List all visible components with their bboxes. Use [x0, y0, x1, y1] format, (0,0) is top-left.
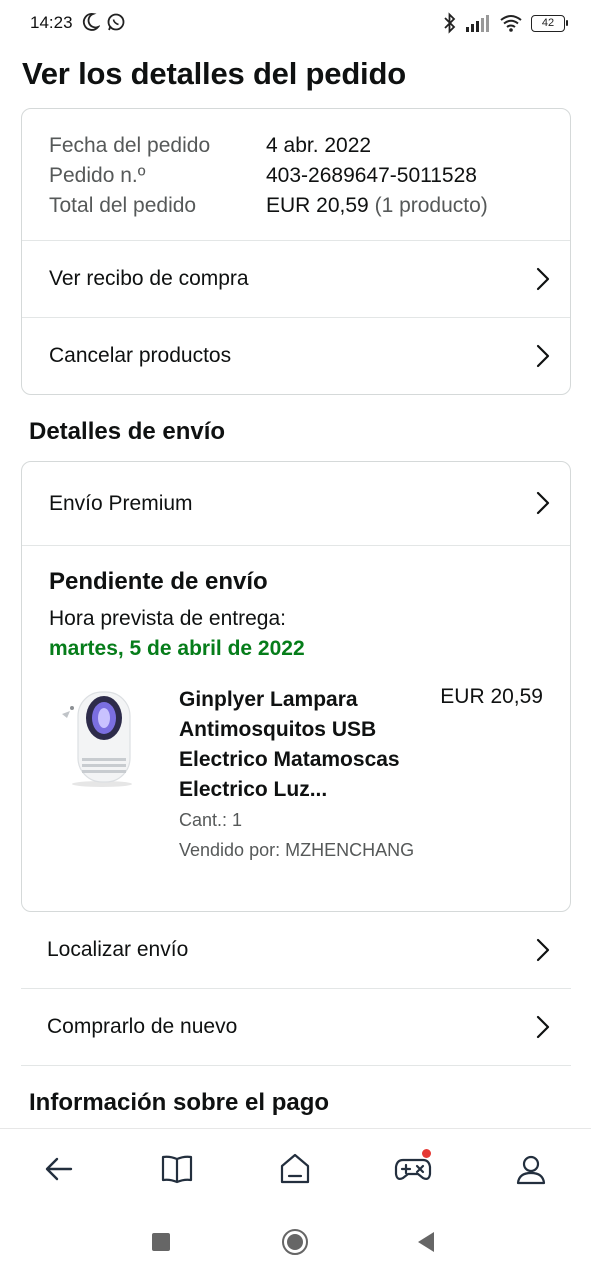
shipping-method-label: Envío Premium	[49, 491, 193, 515]
order-total-amount: EUR 20,59	[266, 194, 369, 217]
order-total-value: EUR 20,59 (1 producto)	[266, 191, 488, 221]
delivery-estimate-date: martes, 5 de abril de 2022	[49, 637, 305, 660]
bluetooth-icon	[444, 12, 456, 34]
recent-apps-icon[interactable]	[151, 1232, 171, 1252]
shipping-card: Envío Premium Pendiente de envío Hora pr…	[21, 461, 571, 912]
chevron-right-icon	[536, 344, 550, 368]
product-quantity: Cant.: 1	[179, 810, 243, 830]
chevron-right-icon	[536, 938, 550, 962]
back-icon	[45, 1157, 73, 1181]
shipping-method-link[interactable]: Envío Premium	[22, 462, 570, 546]
page-title: Ver los detalles del pedido	[22, 56, 406, 91]
nav-home-button[interactable]	[275, 1149, 315, 1189]
shipping-section-title: Detalles de envío	[29, 418, 226, 445]
order-summary-details: Fecha del pedido 4 abr. 2022 Pedido n.º …	[49, 131, 488, 221]
track-package-label: Localizar envío	[47, 938, 189, 961]
chevron-right-icon	[536, 491, 550, 515]
cancel-products-label: Cancelar productos	[49, 344, 232, 367]
order-total-count: (1 producto)	[374, 194, 488, 217]
buy-again-link[interactable]: Comprarlo de nuevo	[21, 989, 571, 1066]
order-date-value: 4 abr. 2022	[266, 134, 372, 157]
product-title[interactable]: Ginplyer Lampara Antimosquitos USB Elect…	[179, 685, 424, 805]
chevron-right-icon	[536, 267, 550, 291]
signal-icon	[466, 15, 489, 32]
nav-games-button[interactable]	[393, 1149, 433, 1189]
chevron-right-icon	[536, 1015, 550, 1039]
home-button-icon[interactable]	[281, 1228, 309, 1256]
moon-icon	[82, 13, 100, 31]
wifi-icon	[500, 15, 522, 32]
notification-dot	[422, 1149, 431, 1158]
book-icon	[161, 1155, 193, 1184]
view-receipt-label: Ver recibo de compra	[49, 267, 249, 290]
order-total-row: Total del pedido EUR 20,59 (1 producto)	[49, 191, 488, 221]
status-time: 14:23	[30, 13, 73, 32]
order-number-label: Pedido n.º	[49, 164, 146, 187]
nav-account-button[interactable]	[511, 1149, 551, 1189]
nav-back-button[interactable]	[39, 1149, 79, 1189]
bottom-navigation	[0, 1128, 591, 1208]
status-bar: 14:23 42	[0, 0, 591, 48]
order-number-value: 403-2689647-5011528	[266, 164, 477, 187]
system-back-icon[interactable]	[416, 1231, 436, 1253]
account-icon	[516, 1155, 546, 1185]
delivery-estimate-label: Hora prevista de entrega:	[49, 607, 286, 630]
order-date-row: Fecha del pedido 4 abr. 2022	[49, 131, 488, 161]
status-left-icons	[82, 12, 126, 32]
product-image[interactable]	[52, 684, 142, 790]
payment-section-title: Información sobre el pago	[29, 1089, 330, 1116]
battery-icon: 42	[531, 14, 568, 32]
order-number-row: Pedido n.º 403-2689647-5011528	[49, 161, 488, 191]
order-summary-card: Fecha del pedido 4 abr. 2022 Pedido n.º …	[21, 108, 571, 395]
gamepad-icon	[394, 1158, 432, 1180]
home-icon	[280, 1153, 310, 1184]
product-price: EUR 20,59	[440, 685, 543, 708]
cancel-products-link[interactable]: Cancelar productos	[22, 317, 570, 394]
shipment-status-title: Pendiente de envío	[49, 568, 268, 595]
system-navigation-bar	[0, 1208, 591, 1280]
status-right-icons: 42	[443, 12, 568, 34]
product-seller: Vendido por: MZHENCHANG	[179, 840, 415, 860]
order-date-label: Fecha del pedido	[49, 134, 211, 157]
buy-again-label: Comprarlo de nuevo	[47, 1015, 238, 1038]
track-package-link[interactable]: Localizar envío	[21, 912, 571, 989]
order-total-label: Total del pedido	[49, 194, 197, 217]
whatsapp-icon	[107, 13, 125, 31]
nav-library-button[interactable]	[157, 1149, 197, 1189]
view-receipt-link[interactable]: Ver recibo de compra	[22, 240, 570, 317]
